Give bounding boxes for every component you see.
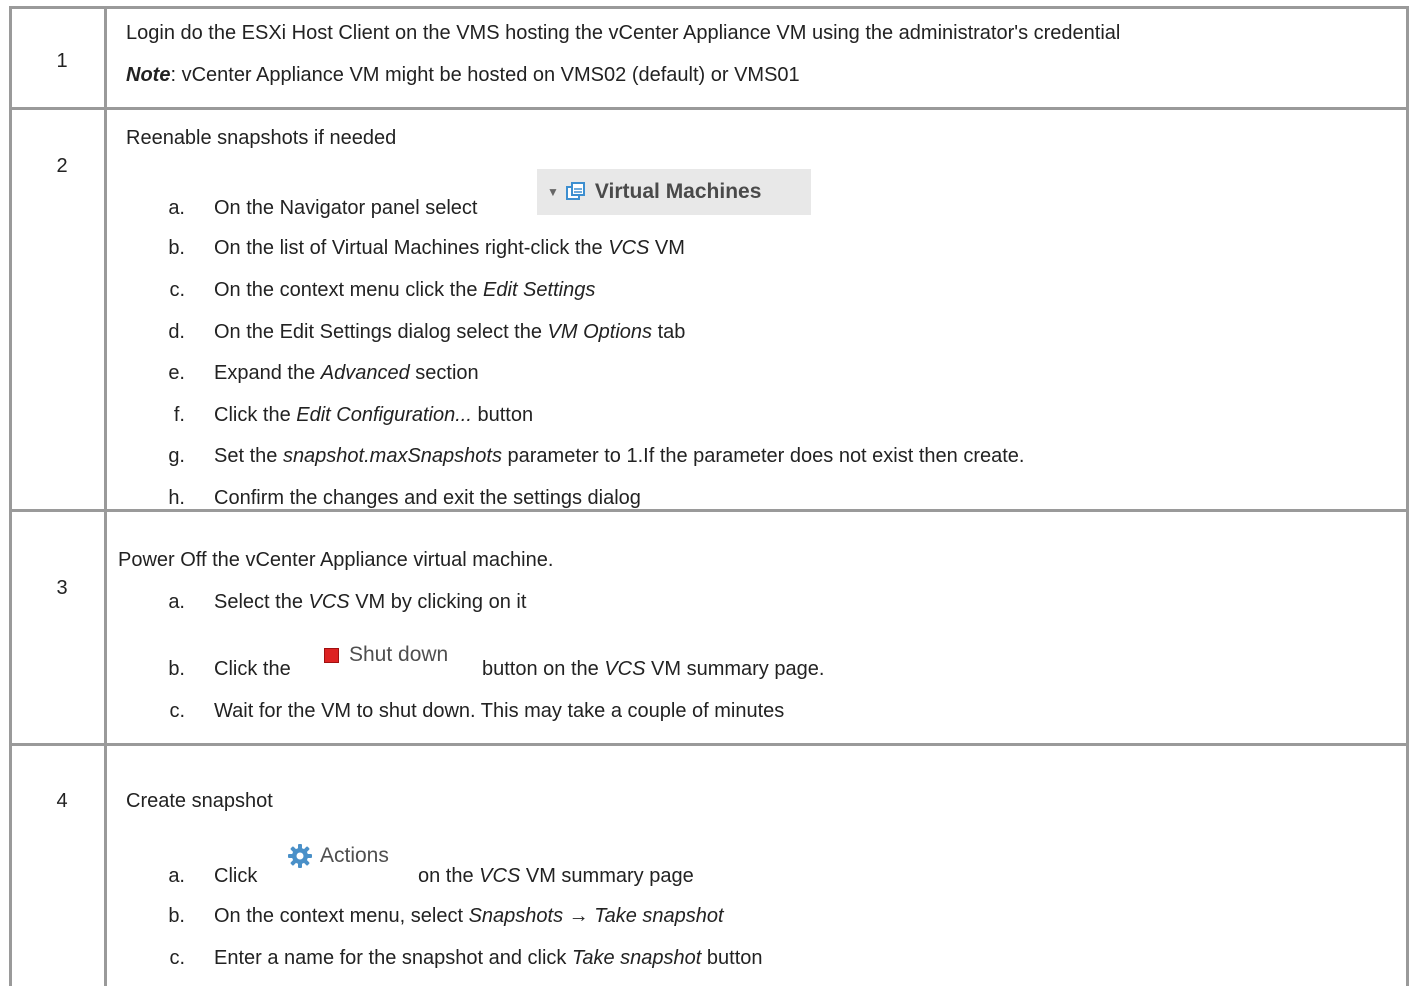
shut-down-label: Shut down — [349, 643, 449, 666]
step-number: 2 — [56, 155, 68, 177]
gear-icon — [288, 844, 312, 868]
virtual-machines-label: Virtual Machines — [594, 180, 762, 203]
list-item-text-continued: button on the VCS VM summary page. — [482, 658, 825, 680]
step-note: Note: vCenter Appliance VM might be host… — [126, 63, 800, 87]
stop-icon — [324, 647, 339, 663]
step-heading: Reenable snapshots if needed — [126, 127, 397, 149]
step-heading: Create snapshot — [126, 790, 273, 812]
list-marker: g. — [168, 445, 185, 467]
list-marker: c. — [169, 700, 185, 722]
list-marker: b. — [168, 237, 185, 259]
table-column-divider — [104, 6, 107, 986]
actions-label: Actions — [320, 844, 389, 867]
list-item-text: Set the snapshot.maxSnapshots parameter … — [214, 445, 1025, 467]
list-marker: a. — [168, 591, 185, 613]
list-item-text: On the Edit Settings dialog select the V… — [214, 321, 686, 343]
step-number: 4 — [56, 790, 68, 812]
list-item-text: Click the Edit Configuration... button — [214, 404, 534, 426]
step-text: Login do the ESXi Host Client on the VMS… — [126, 22, 1121, 44]
list-item-text: On the context menu, select Snapshots → … — [214, 905, 724, 927]
list-marker: f. — [173, 404, 185, 426]
list-item-text: Wait for the VM to shut down. This may t… — [214, 700, 785, 722]
step-heading: Power Off the vCenter Appliance virtual … — [118, 549, 554, 571]
list-item-text: On the list of Virtual Machines right-cl… — [214, 237, 685, 259]
table-border-top — [9, 6, 1409, 9]
list-item-text: Enter a name for the snapshot and click … — [214, 947, 763, 969]
virtual-machines-navigator-item: ▼ Virtual Machines — [537, 169, 811, 215]
list-marker: a. — [168, 197, 185, 219]
list-item-text: On the context menu click the Edit Setti… — [214, 279, 596, 301]
list-marker: h. — [168, 487, 185, 509]
row-divider — [9, 743, 1409, 746]
list-item-text: Click the — [214, 658, 291, 680]
list-marker: e. — [168, 362, 185, 384]
list-marker: c. — [169, 279, 185, 301]
list-marker: a. — [168, 865, 185, 887]
list-item-text: Confirm the changes and exit the setting… — [214, 487, 641, 509]
note-text: : vCenter Appliance VM might be hosted o… — [170, 64, 800, 86]
step-number: 1 — [56, 50, 68, 72]
table-border-left — [9, 6, 12, 986]
list-item-text: Expand the Advanced section — [214, 362, 479, 384]
list-marker: b. — [168, 658, 185, 680]
list-item-text: On the Navigator panel select — [214, 197, 478, 219]
list-item-text-continued: on the VCS VM summary page — [418, 865, 694, 887]
note-label: Note — [126, 64, 171, 86]
list-item-text: Select the VCS VM by clicking on it — [214, 591, 527, 613]
list-marker: b. — [168, 905, 185, 927]
virtual-machines-icon — [565, 182, 585, 200]
caret-down-icon: ▼ — [547, 185, 559, 199]
actions-button-image: Actions — [286, 840, 389, 872]
list-marker: c. — [169, 947, 185, 969]
list-item-text: Click — [214, 865, 258, 887]
step-number: 3 — [56, 577, 68, 599]
procedure-table: 1 Login do the ESXi Host Client on the V… — [0, 0, 1412, 986]
table-border-right — [1406, 6, 1409, 986]
row-divider — [9, 107, 1409, 110]
shut-down-button-image: Shut down — [324, 640, 448, 670]
list-marker: d. — [168, 321, 185, 343]
